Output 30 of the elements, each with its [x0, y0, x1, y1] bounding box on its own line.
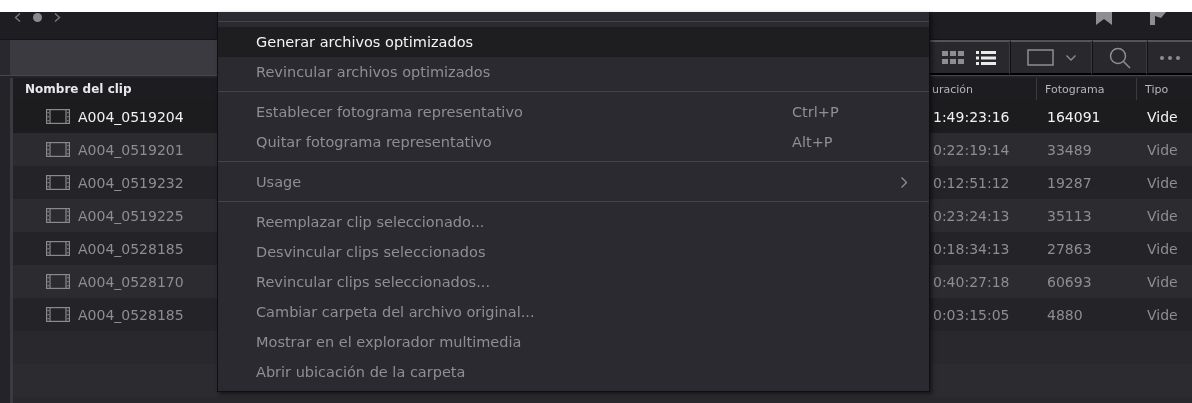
frames-cell-text: 33489: [1046, 141, 1093, 158]
duration-cell-text: 0:40:27:18: [932, 273, 1011, 290]
shortcut-label: Alt+P: [792, 134, 834, 150]
type-cell-text: Vide: [1146, 207, 1179, 224]
clip-name: A004_0519225: [78, 207, 184, 224]
shortcut-label: Ctrl+P: [792, 104, 840, 120]
frames-cell-text: 4880: [1046, 306, 1084, 323]
type-cell-text: Vide: [1146, 141, 1179, 158]
duration-cell-text: 0:03:15:05: [932, 306, 1011, 323]
clip-name: A004_0519201: [78, 141, 184, 158]
frames-cell-text: 27863: [1046, 240, 1093, 257]
frames-cell-text: 35113: [1046, 207, 1093, 224]
duration-cell-text: 0:23:24:13: [932, 207, 1011, 224]
type-cell-text: Vide: [1146, 273, 1179, 290]
clip-name: A004_0528185: [78, 306, 184, 323]
frames-cell-text: 60693: [1046, 273, 1093, 290]
type-cell-text: Vide: [1146, 240, 1179, 257]
frames-cell-text: 164091: [1046, 108, 1102, 125]
type-cell-text: Vide: [1146, 174, 1179, 191]
duration-cell-text: 0:18:34:13: [932, 240, 1011, 257]
frames-cell-text: 19287: [1046, 174, 1093, 191]
duration-cell-text: 0:12:51:12: [932, 174, 1011, 191]
clip-name: A004_0528185: [78, 240, 184, 257]
duration-cell-text: 0:22:19:14: [932, 141, 1011, 158]
clip-name: A004_0528170: [78, 273, 184, 290]
type-cell-text: Vide: [1146, 108, 1179, 125]
duration-cell-text: 1:49:23:16: [932, 108, 1011, 125]
type-cell-text: Vide: [1146, 306, 1179, 323]
clip-name: A004_0519204: [78, 108, 184, 125]
clip-name: A004_0519232: [78, 174, 184, 191]
